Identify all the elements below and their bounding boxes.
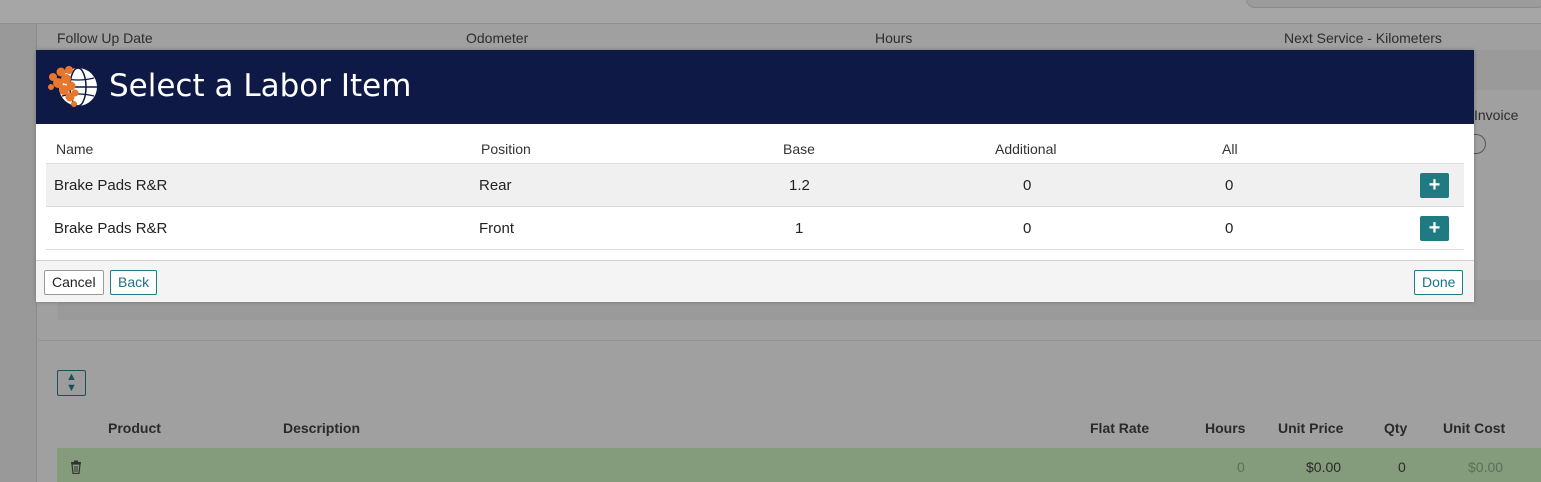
row-name: Brake Pads R&R bbox=[54, 220, 168, 237]
row-base: 1 bbox=[795, 220, 804, 237]
all-column-header: All bbox=[1222, 141, 1238, 157]
trash-icon bbox=[70, 460, 82, 477]
background-field bbox=[1474, 50, 1541, 90]
globe-logo-icon bbox=[45, 65, 101, 109]
labor-items-table: Name Position Base Additional All Brake … bbox=[46, 133, 1464, 250]
table-header-row: Name Position Base Additional All bbox=[46, 133, 1464, 164]
unit-cost-header: Unit Cost bbox=[1443, 420, 1506, 436]
product-header: Product bbox=[108, 420, 161, 436]
search-bar bbox=[1246, 0, 1541, 8]
follow-up-date-label: Follow Up Date bbox=[57, 30, 153, 46]
done-button[interactable]: Done bbox=[1414, 270, 1464, 295]
sort-button: ▲ ▼ bbox=[57, 370, 86, 396]
base-column-header: Base bbox=[783, 141, 815, 157]
name-column-header: Name bbox=[56, 141, 94, 157]
row-name: Brake Pads R&R bbox=[54, 177, 168, 194]
description-header: Description bbox=[283, 420, 361, 436]
sort-icon: ▲ ▼ bbox=[66, 371, 77, 394]
add-labor-item-button[interactable]: + bbox=[1420, 216, 1449, 241]
back-button[interactable]: Back bbox=[110, 270, 158, 295]
table-row: Brake Pads R&R Front 1 0 0 + bbox=[46, 207, 1464, 250]
row-base: 1.2 bbox=[789, 177, 810, 194]
invoice-label: Invoice bbox=[1474, 107, 1519, 123]
row-position: Rear bbox=[479, 177, 512, 194]
odometer-label: Odometer bbox=[466, 30, 529, 46]
add-labor-item-button[interactable]: + bbox=[1420, 173, 1449, 198]
hours-header: Hours bbox=[1205, 420, 1246, 436]
position-column-header: Position bbox=[481, 141, 531, 157]
row-all: 0 bbox=[1225, 177, 1234, 194]
next-service-label: Next Service - Kilometers bbox=[1284, 30, 1442, 46]
qty-header: Qty bbox=[1384, 420, 1408, 436]
table-row: Brake Pads R&R Rear 1.2 0 0 + bbox=[46, 164, 1464, 207]
row-hours: 0 bbox=[1237, 459, 1245, 475]
plus-icon: + bbox=[1428, 217, 1441, 239]
row-additional: 0 bbox=[1023, 177, 1032, 194]
flat-rate-header: Flat Rate bbox=[1090, 420, 1150, 436]
plus-icon: + bbox=[1428, 174, 1441, 196]
dialog-header: Select a Labor Item bbox=[36, 50, 1474, 124]
dialog-footer: Cancel Back Done bbox=[36, 260, 1474, 302]
cancel-button[interactable]: Cancel bbox=[44, 270, 104, 295]
unit-price-header: Unit Price bbox=[1278, 420, 1344, 436]
row-additional: 0 bbox=[1023, 220, 1032, 237]
divider bbox=[38, 340, 1541, 341]
row-qty: 0 bbox=[1398, 459, 1406, 475]
row-unit-cost: $0.00 bbox=[1468, 459, 1504, 475]
dialog-title: Select a Labor Item bbox=[109, 68, 412, 104]
labor-item-dialog: Select a Labor Item Name Position Base A… bbox=[36, 50, 1474, 302]
left-sidebar bbox=[0, 24, 37, 482]
additional-column-header: Additional bbox=[995, 141, 1057, 157]
row-position: Front bbox=[479, 220, 515, 237]
row-all: 0 bbox=[1225, 220, 1234, 237]
hours-label: Hours bbox=[875, 30, 913, 46]
row-unit-price: $0.00 bbox=[1306, 459, 1342, 475]
